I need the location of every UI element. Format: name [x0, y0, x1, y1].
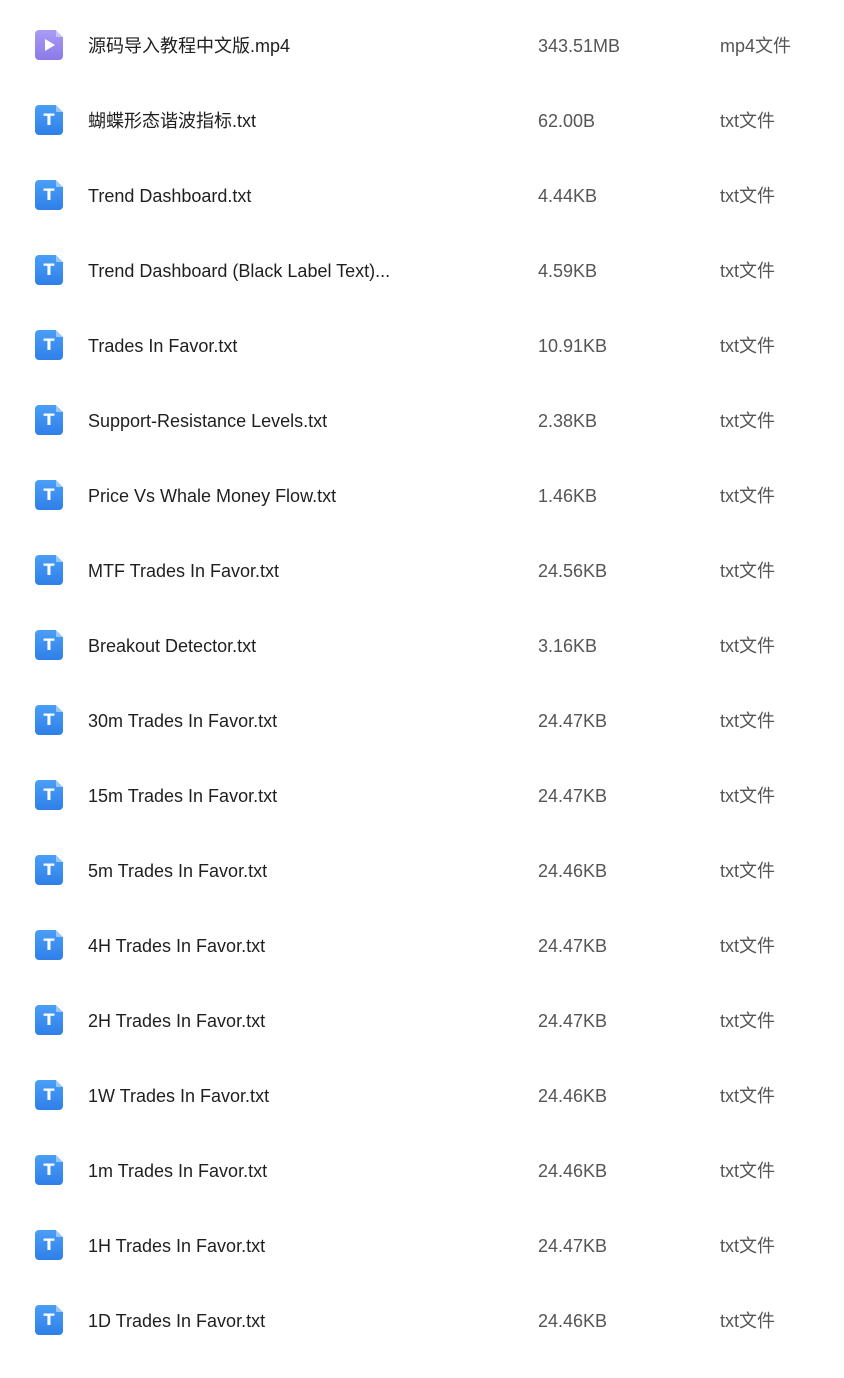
file-type: txt文件 — [720, 1086, 776, 1106]
text-file-icon: T — [35, 705, 63, 735]
file-size: 24.47KB — [538, 936, 608, 956]
file-type: txt文件 — [720, 1161, 776, 1181]
file-name[interactable]: Price Vs Whale Money Flow.txt — [88, 484, 508, 508]
file-name[interactable]: Trades In Favor.txt — [88, 334, 508, 358]
file-name[interactable]: 1m Trades In Favor.txt — [88, 1159, 508, 1183]
file-size: 24.46KB — [538, 1311, 608, 1331]
file-type: txt文件 — [720, 1236, 776, 1256]
file-type: txt文件 — [720, 786, 776, 806]
file-name[interactable]: 蝴蝶形态谐波指标.txt — [88, 109, 508, 133]
file-size: 62.00B — [538, 111, 596, 131]
file-size: 24.46KB — [538, 861, 608, 881]
file-row[interactable]: T 2H Trades In Favor.txt 24.47KB txt文件 — [0, 983, 844, 1058]
file-size: 24.47KB — [538, 1011, 608, 1031]
file-name[interactable]: 4H Trades In Favor.txt — [88, 934, 508, 958]
file-type: txt文件 — [720, 636, 776, 656]
file-size: 24.56KB — [538, 561, 608, 581]
file-type: txt文件 — [720, 411, 776, 431]
file-row[interactable]: T 1m Trades In Favor.txt 24.46KB txt文件 — [0, 1133, 844, 1208]
file-type: mp4文件 — [720, 36, 792, 56]
file-type: txt文件 — [720, 486, 776, 506]
file-type: txt文件 — [720, 186, 776, 206]
text-file-icon: T — [35, 1305, 63, 1335]
text-file-icon: T — [35, 105, 63, 135]
file-row[interactable]: T 5m Trades In Favor.txt 24.46KB txt文件 — [0, 833, 844, 908]
text-file-icon: T — [35, 630, 63, 660]
file-size: 10.91KB — [538, 336, 608, 356]
text-file-icon: T — [35, 180, 63, 210]
file-size: 4.44KB — [538, 186, 598, 206]
file-row[interactable]: T Support-Resistance Levels.txt 2.38KB t… — [0, 383, 844, 458]
file-name[interactable]: Support-Resistance Levels.txt — [88, 409, 508, 433]
text-file-icon: T — [35, 1080, 63, 1110]
text-file-icon: T — [35, 330, 63, 360]
text-file-icon: T — [35, 1005, 63, 1035]
file-row[interactable]: T Trend Dashboard.txt 4.44KB txt文件 — [0, 158, 844, 233]
video-file-icon — [35, 30, 63, 60]
text-file-icon: T — [35, 855, 63, 885]
text-file-icon: T — [35, 1155, 63, 1185]
file-size: 24.46KB — [538, 1161, 608, 1181]
file-row[interactable]: T 15m Trades In Favor.txt 24.47KB txt文件 — [0, 758, 844, 833]
file-row[interactable]: T Breakout Detector.txt 3.16KB txt文件 — [0, 608, 844, 683]
text-file-icon: T — [35, 555, 63, 585]
file-type: txt文件 — [720, 936, 776, 956]
file-size: 24.47KB — [538, 711, 608, 731]
file-name[interactable]: 5m Trades In Favor.txt — [88, 859, 508, 883]
file-row[interactable]: T 1D Trades In Favor.txt 24.46KB txt文件 — [0, 1283, 844, 1358]
file-type: txt文件 — [720, 861, 776, 881]
file-size: 24.47KB — [538, 1236, 608, 1256]
file-size: 24.46KB — [538, 1086, 608, 1106]
text-file-icon: T — [35, 780, 63, 810]
file-type: txt文件 — [720, 261, 776, 281]
file-name[interactable]: 30m Trades In Favor.txt — [88, 709, 508, 733]
file-name[interactable]: 15m Trades In Favor.txt — [88, 784, 508, 808]
file-size: 343.51MB — [538, 36, 621, 56]
file-row[interactable]: T 1H Trades In Favor.txt 24.47KB txt文件 — [0, 1208, 844, 1283]
file-row[interactable]: T 30m Trades In Favor.txt 24.47KB txt文件 — [0, 683, 844, 758]
file-row[interactable]: 源码导入教程中文版.mp4 343.51MB mp4文件 — [0, 8, 844, 83]
file-type: txt文件 — [720, 1011, 776, 1031]
file-type: txt文件 — [720, 111, 776, 131]
file-size: 24.47KB — [538, 786, 608, 806]
file-name[interactable]: 2H Trades In Favor.txt — [88, 1009, 508, 1033]
file-row[interactable]: T 蝴蝶形态谐波指标.txt 62.00B txt文件 — [0, 83, 844, 158]
text-file-icon: T — [35, 405, 63, 435]
file-name[interactable]: 源码导入教程中文版.mp4 — [88, 34, 508, 58]
file-row[interactable]: T MTF Trades In Favor.txt 24.56KB txt文件 — [0, 533, 844, 608]
file-list: 源码导入教程中文版.mp4 343.51MB mp4文件 T 蝴蝶形态谐波指标.… — [0, 0, 844, 1358]
file-row[interactable]: T 4H Trades In Favor.txt 24.47KB txt文件 — [0, 908, 844, 983]
file-name[interactable]: 1W Trades In Favor.txt — [88, 1084, 508, 1108]
file-name[interactable]: Trend Dashboard.txt — [88, 184, 508, 208]
text-file-icon: T — [35, 480, 63, 510]
file-name[interactable]: MTF Trades In Favor.txt — [88, 559, 508, 583]
file-size: 4.59KB — [538, 261, 598, 281]
file-size: 1.46KB — [538, 486, 598, 506]
text-file-icon: T — [35, 255, 63, 285]
file-row[interactable]: T 1W Trades In Favor.txt 24.46KB txt文件 — [0, 1058, 844, 1133]
text-file-icon: T — [35, 930, 63, 960]
file-row[interactable]: T Price Vs Whale Money Flow.txt 1.46KB t… — [0, 458, 844, 533]
file-type: txt文件 — [720, 1311, 776, 1331]
file-name[interactable]: Breakout Detector.txt — [88, 634, 508, 658]
file-row[interactable]: T Trend Dashboard (Black Label Text)... … — [0, 233, 844, 308]
file-name[interactable]: 1H Trades In Favor.txt — [88, 1234, 508, 1258]
text-file-icon: T — [35, 1230, 63, 1260]
file-size: 2.38KB — [538, 411, 598, 431]
file-row[interactable]: T Trades In Favor.txt 10.91KB txt文件 — [0, 308, 844, 383]
file-name[interactable]: 1D Trades In Favor.txt — [88, 1309, 508, 1333]
file-size: 3.16KB — [538, 636, 598, 656]
file-name[interactable]: Trend Dashboard (Black Label Text)... — [88, 259, 508, 283]
file-type: txt文件 — [720, 561, 776, 581]
file-type: txt文件 — [720, 711, 776, 731]
file-type: txt文件 — [720, 336, 776, 356]
